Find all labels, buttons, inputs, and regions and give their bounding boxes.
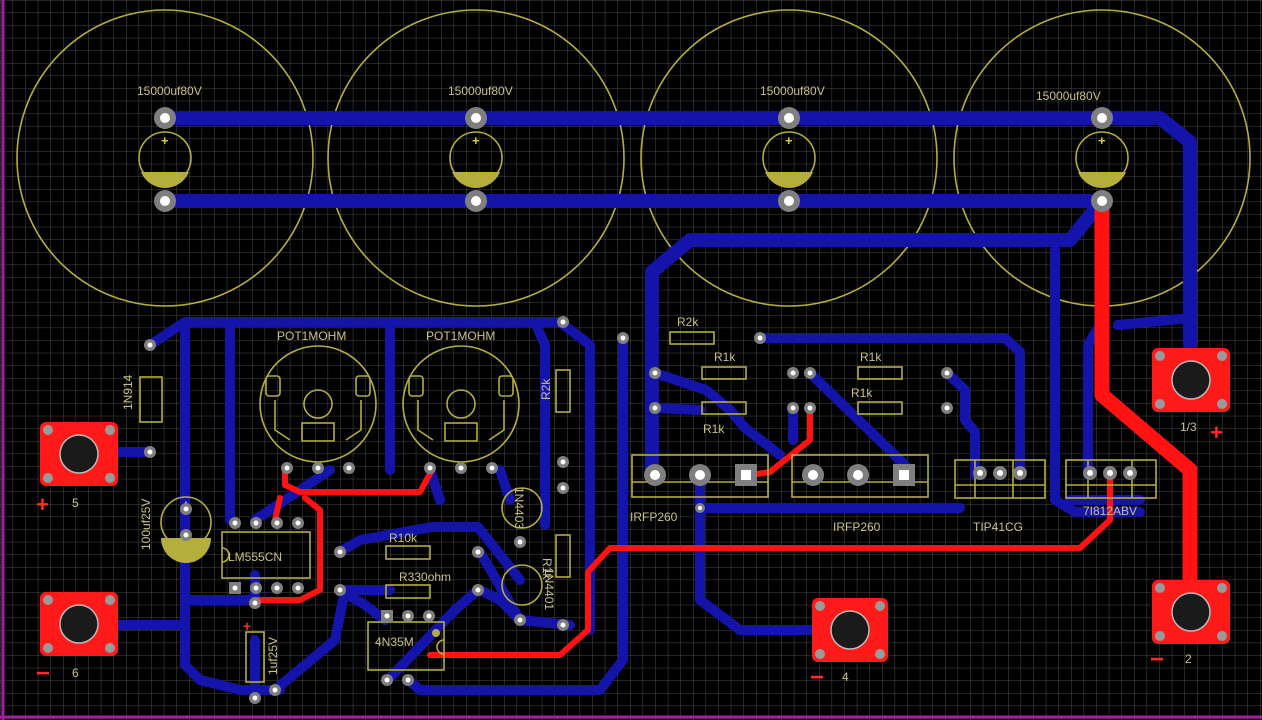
transistor-tip41cg-label: TIP41CG xyxy=(973,520,1023,534)
resistor-r10k-label: R10k xyxy=(389,531,418,545)
terminal-4-number: 4 xyxy=(842,670,849,684)
potentiometer-left-label: POT1MOHM xyxy=(277,329,346,343)
capacitor-label: 15000uf80V xyxy=(760,84,825,98)
terminal-6-number: 6 xyxy=(72,666,79,680)
regulator-7812-label: 7I812ABV xyxy=(1083,504,1137,518)
capacitor-label: 15000uf80V xyxy=(448,84,513,98)
resistor-r1k-d-label: R1k xyxy=(851,386,873,400)
terminal-2-number: 2 xyxy=(1185,652,1192,666)
pcb-layout-canvas: + 15000uf80V + 15000uf80V + 15000uf80V +… xyxy=(0,0,1262,720)
mosfet-irfp260-a-label: IRFP260 xyxy=(630,510,678,524)
svg-text:+: + xyxy=(472,133,480,148)
potentiometer-right-label: POT1MOHM xyxy=(426,329,495,343)
terminal-1-3-polarity: + xyxy=(1210,420,1223,445)
diode-1n914-label: 1N914 xyxy=(121,374,135,410)
ic-lm555-label: LM555CN xyxy=(228,550,282,564)
terminal-1-3-number: 1/3 xyxy=(1180,420,1197,434)
terminal-2-polarity: − xyxy=(1150,646,1164,673)
transistor-1n4401-label: 1N4401 xyxy=(542,568,556,610)
capacitor-label: 15000uf80V xyxy=(137,84,202,98)
resistor-r1k-c-label: R1k xyxy=(860,350,882,364)
resistor-r2k-vertical-label: R2k xyxy=(539,378,553,400)
resistor-r330-label: R330ohm xyxy=(399,570,451,584)
terminal-6-polarity: − xyxy=(36,660,50,687)
svg-text:+: + xyxy=(161,133,169,148)
terminal-5-polarity: + xyxy=(36,492,49,517)
resistor-r1k-a-label: R1k xyxy=(714,350,736,364)
capacitor-label: 15000uf80V xyxy=(1036,89,1101,103)
resistor-r2k-label: R2k xyxy=(677,315,699,329)
svg-text:+: + xyxy=(1098,133,1106,148)
mosfet-irfp260-b-label: IRFP260 xyxy=(833,520,881,534)
svg-text:+: + xyxy=(785,133,793,148)
svg-text:+: + xyxy=(243,618,251,634)
capacitor-100uf-label: 100uf25V xyxy=(139,499,153,550)
transistor-1n4403-label: 1N4403 xyxy=(512,487,526,529)
terminal-4-polarity: − xyxy=(810,664,824,691)
capacitor-1uf-label: 1uf25V xyxy=(266,637,280,675)
terminal-5-number: 5 xyxy=(72,496,79,510)
ic-4n35m-label: 4N35M xyxy=(375,635,414,649)
resistor-r1k-b-label: R1k xyxy=(703,422,725,436)
